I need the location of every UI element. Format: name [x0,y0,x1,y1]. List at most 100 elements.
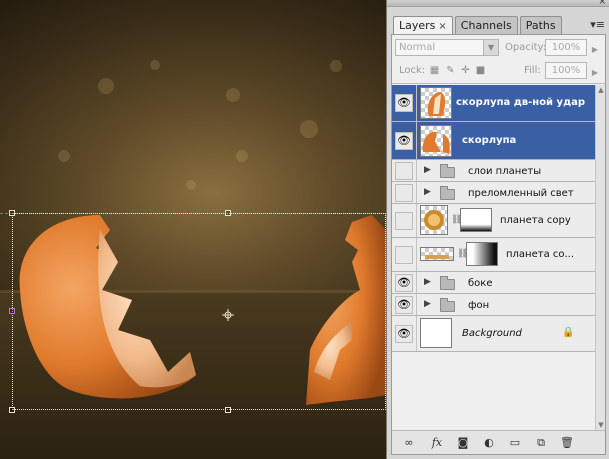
divider [392,83,605,84]
layer-name: планета со... [506,249,575,260]
divider [416,294,417,315]
lock-label: Lock: [399,65,426,76]
lock-transparent-icon[interactable]: ▦ [429,65,440,76]
fill-input[interactable]: 100% ▶ [545,62,598,79]
trash-icon[interactable]: 🗑 [560,436,574,450]
tab-layers-label: Layers [399,19,436,32]
close-icon[interactable]: × [438,21,446,32]
lock-move-icon[interactable]: ✛ [460,65,471,76]
panel-close-icon[interactable]: × [598,0,606,7]
layer-name: скорлупа [462,135,517,146]
lock-all-icon[interactable]: ■ [475,65,486,76]
tab-channels-label: Channels [460,19,512,32]
folder-icon [440,276,455,290]
panel-menu-icon[interactable]: ▾≡ [590,18,605,31]
group-icon[interactable]: ▭ [508,436,522,450]
new-layer-icon[interactable]: ⧉ [534,436,548,450]
layer-row[interactable]: ⛓ планета copy [392,204,605,238]
tab-paths-label: Paths [525,19,556,32]
layer-name: Background [462,328,522,339]
layers-content: Normal ▼ Opacity: 100% ▶ Lock: ▦ ✎ ✛ ■ F… [391,34,606,455]
layer-name: скорлупа дв-ной удар [456,97,586,108]
divider [416,204,417,237]
expand-triangle-icon[interactable]: ▶ [424,277,431,287]
folder-icon [440,298,455,312]
layer-name: преломленный свет [468,188,574,199]
folder-icon [440,186,455,200]
divider [416,160,417,181]
layer-name: фон [468,300,490,311]
layer-group-row[interactable]: 👁 ▶ фон [392,294,605,316]
eye-icon[interactable]: 👁 [395,325,413,343]
blend-mode-select[interactable]: Normal ▼ [395,39,499,56]
layers-list: 👁 скорлупа дв-ной удар 👁 скорлупа ▶ слои… [392,85,605,352]
layer-mask-thumbnail[interactable] [466,242,498,266]
tab-layers[interactable]: Layers × [393,16,453,35]
visibility-toggle[interactable] [395,162,413,180]
document-canvas[interactable] [0,0,386,459]
panel-grip[interactable]: × [387,0,609,7]
layer-thumbnail [420,125,452,157]
layer-row[interactable]: ⛓ планета со... [392,238,605,272]
lock-row: Lock: ▦ ✎ ✛ ■ Fill: 100% ▶ [395,61,603,81]
layer-group-row[interactable]: ▶ слои планеты [392,160,605,182]
scroll-up-icon[interactable]: ▲ [596,85,606,95]
layers-panel: × Layers × Channels Paths ▾≡ Normal ▼ Opa… [386,0,609,459]
transform-handle-bm[interactable] [225,407,231,413]
transform-center-point[interactable] [222,306,234,321]
expand-triangle-icon[interactable]: ▶ [424,187,431,197]
transform-handle-tl[interactable] [9,210,15,216]
panel-tabs: Layers × Channels Paths [393,16,564,35]
opacity-input[interactable]: 100% ▶ [545,39,598,56]
chevron-right-icon[interactable]: ▶ [592,65,598,80]
fx-icon[interactable]: fx [430,436,444,450]
adjustment-icon[interactable]: ◐ [482,436,496,450]
link-icon[interactable]: ∞ [402,436,416,450]
visibility-toggle[interactable] [395,246,413,264]
transform-handle-tm[interactable] [225,210,231,216]
blend-mode-value: Normal [399,42,436,53]
fill-label: Fill: [524,65,541,76]
visibility-toggle[interactable] [395,212,413,230]
folder-icon [440,164,455,178]
divider [416,182,417,203]
chevron-right-icon[interactable]: ▶ [592,42,598,57]
tab-paths[interactable]: Paths [519,16,562,34]
layer-mask-thumbnail[interactable] [460,208,492,232]
layer-thumbnail [420,205,448,235]
blend-row: Normal ▼ Opacity: 100% ▶ [395,39,603,58]
transform-handle-bl[interactable] [9,407,15,413]
layer-name: слои планеты [468,166,542,177]
layers-scrollbar[interactable]: ▲ ▼ [595,85,605,430]
mask-icon[interactable]: ◙ [456,436,470,450]
scroll-down-icon[interactable]: ▼ [596,420,606,430]
lock-icon: 🔒 [562,327,575,338]
tab-channels[interactable]: Channels [454,16,518,34]
layer-name: планета copy [500,215,571,226]
divider [416,85,417,121]
layers-bottom-toolbar: ∞ fx ◙ ◐ ▭ ⧉ 🗑 [392,430,605,454]
layer-group-row[interactable]: ▶ преломленный свет [392,182,605,204]
fill-value: 100% [551,65,581,76]
expand-triangle-icon[interactable]: ▶ [424,165,431,175]
layer-row[interactable]: 👁 Background 🔒 [392,316,605,352]
expand-triangle-icon[interactable]: ▶ [424,299,431,309]
lock-paint-icon[interactable]: ✎ [445,65,456,76]
divider [416,238,417,271]
eye-icon[interactable]: 👁 [395,132,413,150]
visibility-toggle[interactable] [395,184,413,202]
layer-group-row[interactable]: 👁 ▶ боке [392,272,605,294]
chevron-down-icon: ▼ [483,40,498,55]
layer-thumbnail [420,87,452,119]
divider [416,122,417,159]
transform-bounding-box [12,213,386,410]
eye-icon[interactable]: 👁 [395,296,413,314]
layer-thumbnail [420,247,454,261]
layer-row[interactable]: 👁 скорлупа [392,122,605,160]
transform-handle-ml[interactable] [9,308,15,314]
eye-icon[interactable]: 👁 [395,94,413,112]
divider [416,272,417,293]
layer-row[interactable]: 👁 скорлупа дв-ной удар [392,85,605,122]
layer-name: боке [468,278,493,289]
eye-icon[interactable]: 👁 [395,274,413,292]
